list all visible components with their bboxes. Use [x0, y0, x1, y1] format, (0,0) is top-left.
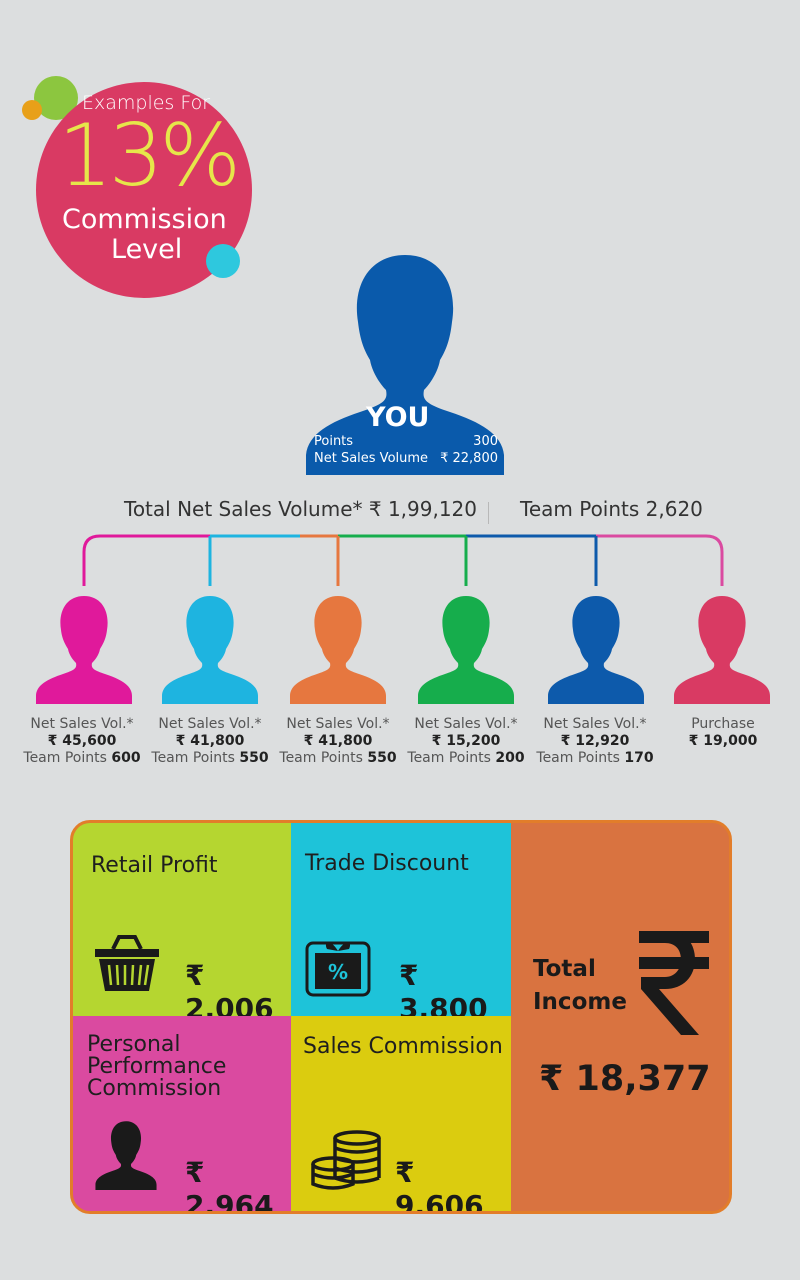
member3-info: Net Sales Vol.* ₹ 41,800 Team Points 550: [274, 716, 402, 767]
badge-line3: Commission: [62, 204, 227, 235]
team-points-total: Team Points 2,620: [520, 497, 703, 521]
member1-points-label: Team Points: [23, 750, 107, 766]
member1-person-icon: [36, 596, 132, 704]
member4-points-label: Team Points: [407, 750, 491, 766]
member2-person-icon: [162, 596, 258, 704]
personal-title-line1: Personal: [87, 1032, 181, 1057]
member3-value: ₹ 41,800: [303, 733, 373, 749]
member1-info: Net Sales Vol.* ₹ 45,600 Team Points 600: [18, 716, 146, 767]
member2-points-label: Team Points: [151, 750, 235, 766]
member6-value: ₹ 19,000: [688, 733, 758, 749]
income-panel: Retail Profit ₹ 2,006 Trade Discount % ₹…: [70, 820, 732, 1214]
member3-points-label: Team Points: [279, 750, 363, 766]
member6-info: Purchase ₹ 19,000: [659, 716, 787, 750]
member5-value: ₹ 12,920: [560, 733, 630, 749]
trade-discount-title: Trade Discount: [305, 851, 469, 876]
you-points-value: 300: [473, 434, 498, 449]
sales-commission-cell: Sales Commission ₹ 9,606: [291, 1016, 511, 1211]
member3-points: 550: [367, 750, 397, 766]
total-income-title: Total Income: [533, 953, 627, 1019]
you-label: YOU: [366, 402, 430, 433]
orange-dot-decoration: [22, 100, 42, 120]
member5-label: Net Sales Vol.*: [543, 716, 647, 732]
member2-points: 550: [239, 750, 269, 766]
member3-person-icon: [290, 596, 386, 704]
member5-points: 170: [624, 750, 654, 766]
member4-info: Net Sales Vol.* ₹ 15,200 Team Points 200: [402, 716, 530, 767]
cyan-dot-decoration: [206, 244, 240, 278]
you-points-label: Points: [314, 434, 354, 449]
you-sales-row: Net Sales Volume ₹ 22,800: [314, 451, 498, 466]
sales-commission-amount: ₹ 9,606: [395, 1156, 484, 1214]
member2-value: ₹ 41,800: [175, 733, 245, 749]
total-title-line1: Total: [533, 956, 596, 982]
basket-icon: [95, 935, 159, 991]
personal-title-line3: Commission: [87, 1076, 222, 1101]
member3-label: Net Sales Vol.*: [286, 716, 390, 732]
total-income-cell: Total Income ₹ 18,377: [511, 823, 729, 1211]
member4-value: ₹ 15,200: [431, 733, 501, 749]
member1-label: Net Sales Vol.*: [30, 716, 134, 732]
total-title-line2: Income: [533, 989, 627, 1015]
member2-info: Net Sales Vol.* ₹ 41,800 Team Points 550: [146, 716, 274, 767]
discount-gift-icon: %: [305, 941, 371, 997]
coins-icon: [311, 1130, 381, 1190]
member1-value: ₹ 45,600: [47, 733, 117, 749]
member4-label: Net Sales Vol.*: [414, 716, 518, 732]
total-income-amount: ₹ 18,377: [539, 1059, 711, 1099]
member4-person-icon: [418, 596, 514, 704]
member1-points: 600: [111, 750, 141, 766]
you-points-row: Points 300: [314, 434, 498, 449]
member5-info: Net Sales Vol.* ₹ 12,920 Team Points 170: [531, 716, 659, 767]
member6-label: Purchase: [691, 716, 755, 732]
team-members: Net Sales Vol.* ₹ 45,600 Team Points 600…: [0, 594, 800, 774]
badge-line4: Level: [111, 234, 183, 265]
member5-points-label: Team Points: [536, 750, 620, 766]
member6-person-icon: [674, 596, 770, 704]
personal-commission-title: Personal Performance Commission: [87, 1034, 226, 1100]
personal-commission-cell: Personal Performance Commission ₹ 2,964: [73, 1016, 291, 1211]
member5-person-icon: [548, 596, 644, 704]
total-net-sales: Total Net Sales Volume* ₹ 1,99,120: [124, 497, 478, 521]
member2-label: Net Sales Vol.*: [158, 716, 262, 732]
trade-discount-cell: Trade Discount % ₹ 3,800: [291, 823, 511, 1025]
personal-title-line2: Performance: [87, 1054, 227, 1079]
you-sales-value: ₹ 22,800: [440, 451, 498, 466]
tree-connectors: [82, 534, 724, 586]
person-icon: [95, 1121, 157, 1190]
member4-points: 200: [495, 750, 525, 766]
retail-profit-title: Retail Profit: [91, 853, 218, 878]
rupee-icon: [639, 931, 709, 1035]
personal-commission-amount: ₹ 2,964: [185, 1156, 274, 1214]
retail-profit-cell: Retail Profit ₹ 2,006: [73, 823, 291, 1025]
you-sales-label: Net Sales Volume: [314, 451, 429, 466]
svg-text:%: %: [328, 960, 348, 984]
divider: [488, 502, 489, 524]
badge-percent: 13%: [58, 106, 241, 206]
sales-commission-title: Sales Commission: [303, 1034, 503, 1059]
